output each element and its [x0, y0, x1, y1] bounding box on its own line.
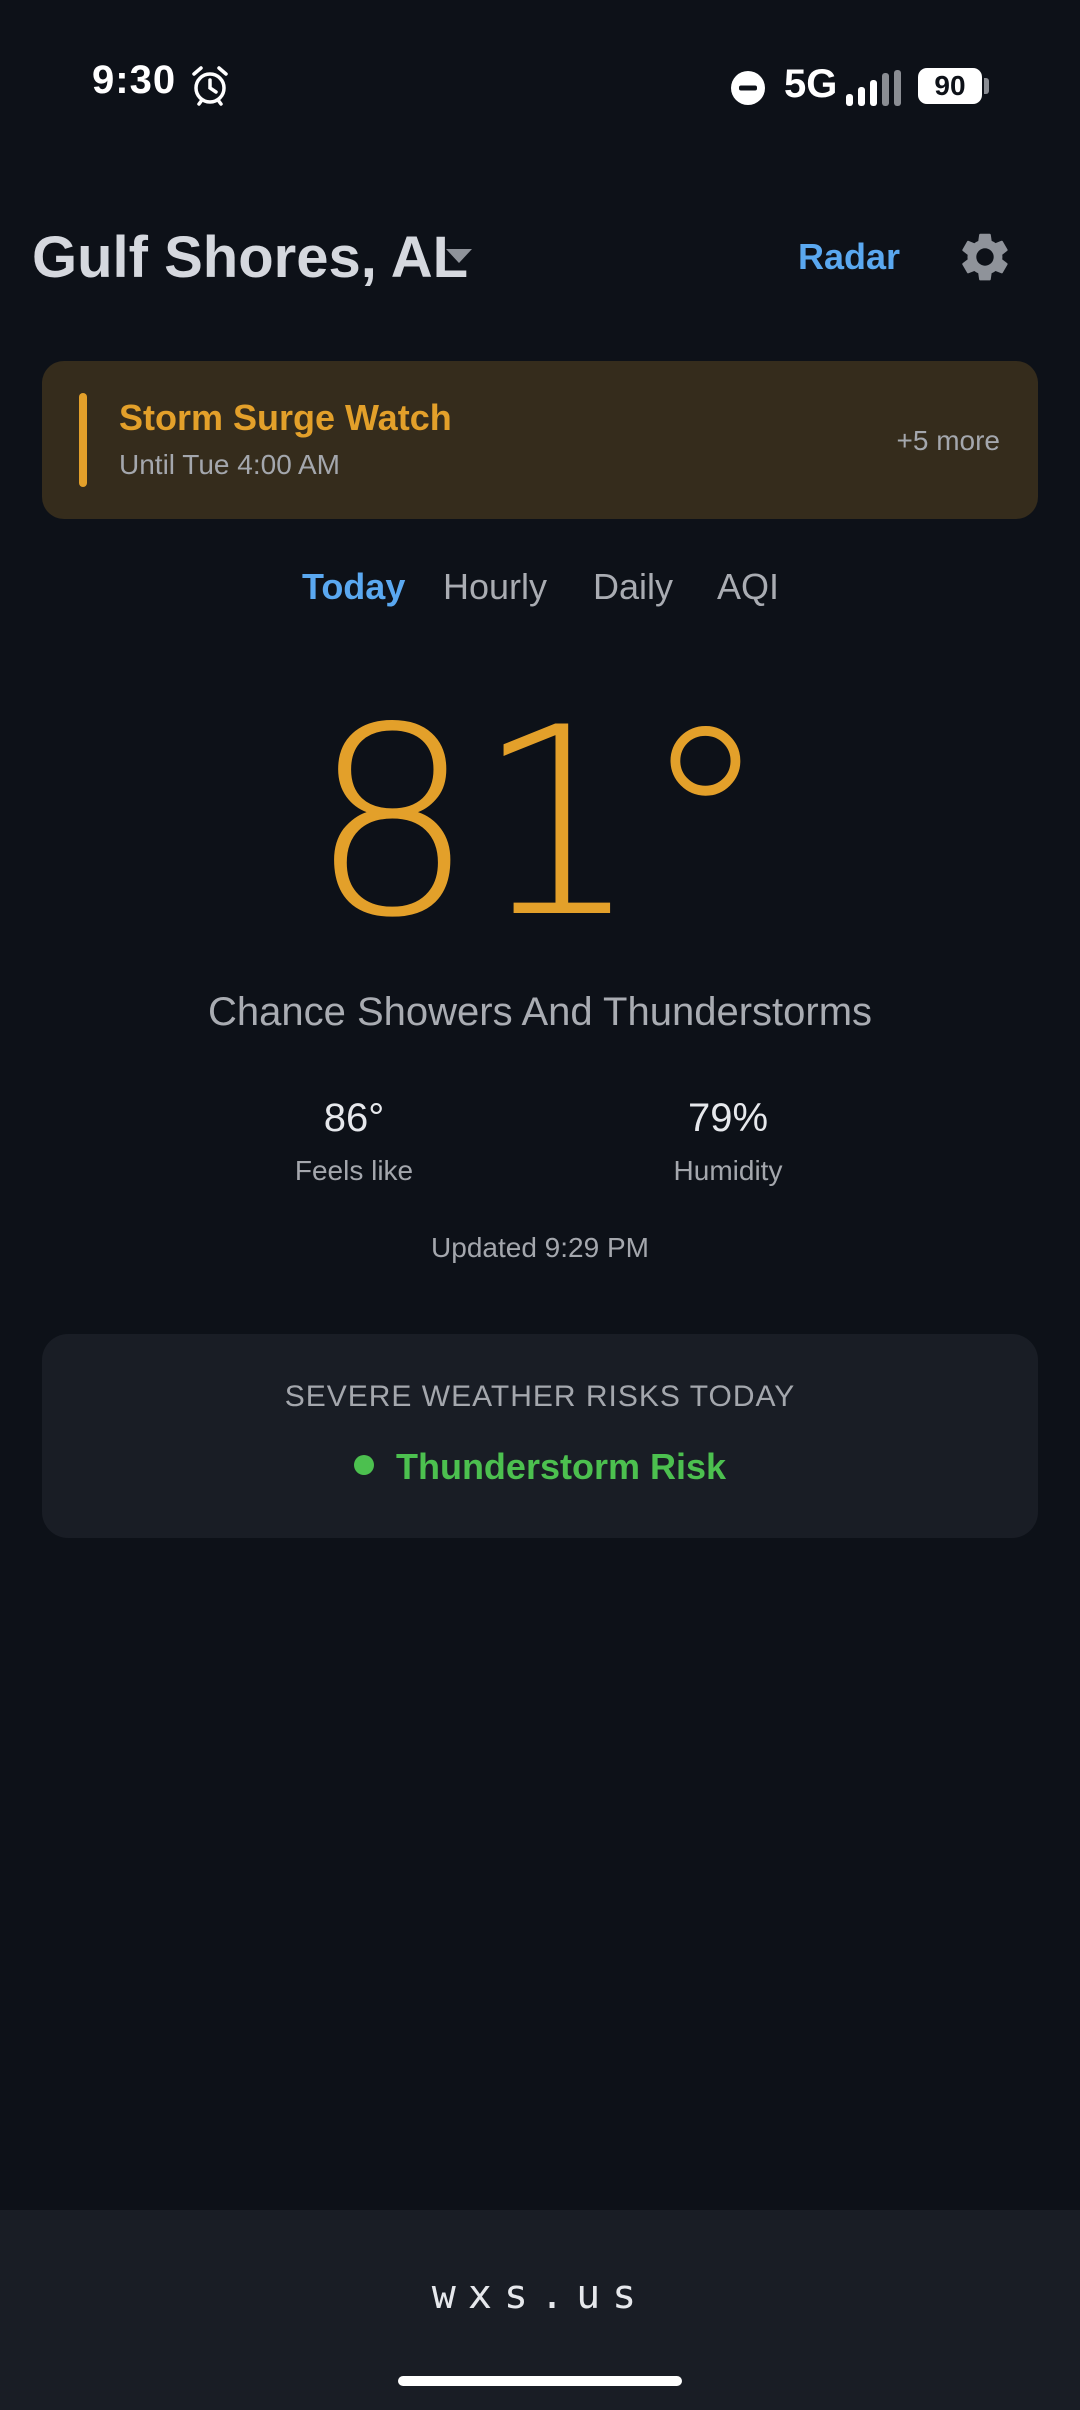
- radar-button[interactable]: Radar: [798, 236, 900, 278]
- risk-dot-icon: [353, 1455, 374, 1475]
- battery-icon: 90: [918, 68, 982, 104]
- risk-label: Thunderstorm Risk: [395, 1446, 727, 1487]
- footer: wxs.us: [0, 2210, 1080, 2410]
- footer-brand[interactable]: wxs.us: [0, 2272, 1080, 2318]
- current-temperature: 81°: [309, 673, 771, 975]
- status-bar: 9:30 5G 90: [0, 0, 1080, 170]
- alarm-clock-icon: [192, 66, 228, 106]
- tab-daily[interactable]: Daily: [593, 566, 673, 608]
- tab-today[interactable]: Today: [302, 566, 405, 608]
- battery-cap: [984, 78, 989, 94]
- updated-timestamp: Updated 9:29 PM: [431, 1232, 649, 1263]
- humidity-value: 79%: [687, 1096, 769, 1140]
- do-not-disturb-icon: [731, 71, 765, 105]
- humidity-label: Humidity: [673, 1155, 783, 1186]
- alert-subtitle: Until Tue 4:00 AM: [119, 449, 341, 480]
- network-type: 5G: [784, 62, 838, 106]
- condition-text: Chance Showers And Thunderstorms: [207, 990, 873, 1034]
- severe-weather-title: SEVERE WEATHER RISKS TODAY: [284, 1380, 796, 1413]
- alert-more-link[interactable]: +5 more: [897, 425, 1001, 457]
- feels-like-label: Feels like: [294, 1155, 414, 1186]
- humidity-stat: 79% Humidity: [598, 1096, 858, 1187]
- feels-like-stat: 86° Feels like: [224, 1096, 484, 1187]
- alert-card[interactable]: Storm Surge Watch Until Tue 4:00 AM +5 m…: [42, 361, 1038, 519]
- cell-signal-icon: [846, 70, 901, 106]
- feels-like-value: 86°: [323, 1096, 385, 1140]
- forecast-tabs: Today Hourly Daily AQI: [0, 566, 1080, 626]
- caret-down-icon[interactable]: [444, 246, 474, 266]
- severe-risk-item[interactable]: Thunderstorm Risk: [42, 1446, 1038, 1488]
- gear-icon[interactable]: [956, 228, 1014, 286]
- tab-aqi[interactable]: AQI: [717, 566, 779, 608]
- location-selector[interactable]: Gulf Shores, AL: [32, 224, 468, 291]
- tab-hourly[interactable]: Hourly: [443, 566, 547, 608]
- severe-weather-card[interactable]: SEVERE WEATHER RISKS TODAY Thunderstorm …: [42, 1334, 1038, 1538]
- header: Gulf Shores, AL Radar: [0, 200, 1080, 310]
- alert-accent-bar: [79, 393, 87, 487]
- home-indicator[interactable]: [398, 2376, 682, 2386]
- status-time: 9:30: [92, 58, 177, 102]
- alert-title: Storm Surge Watch: [119, 397, 452, 438]
- battery-level: 90: [934, 70, 966, 101]
